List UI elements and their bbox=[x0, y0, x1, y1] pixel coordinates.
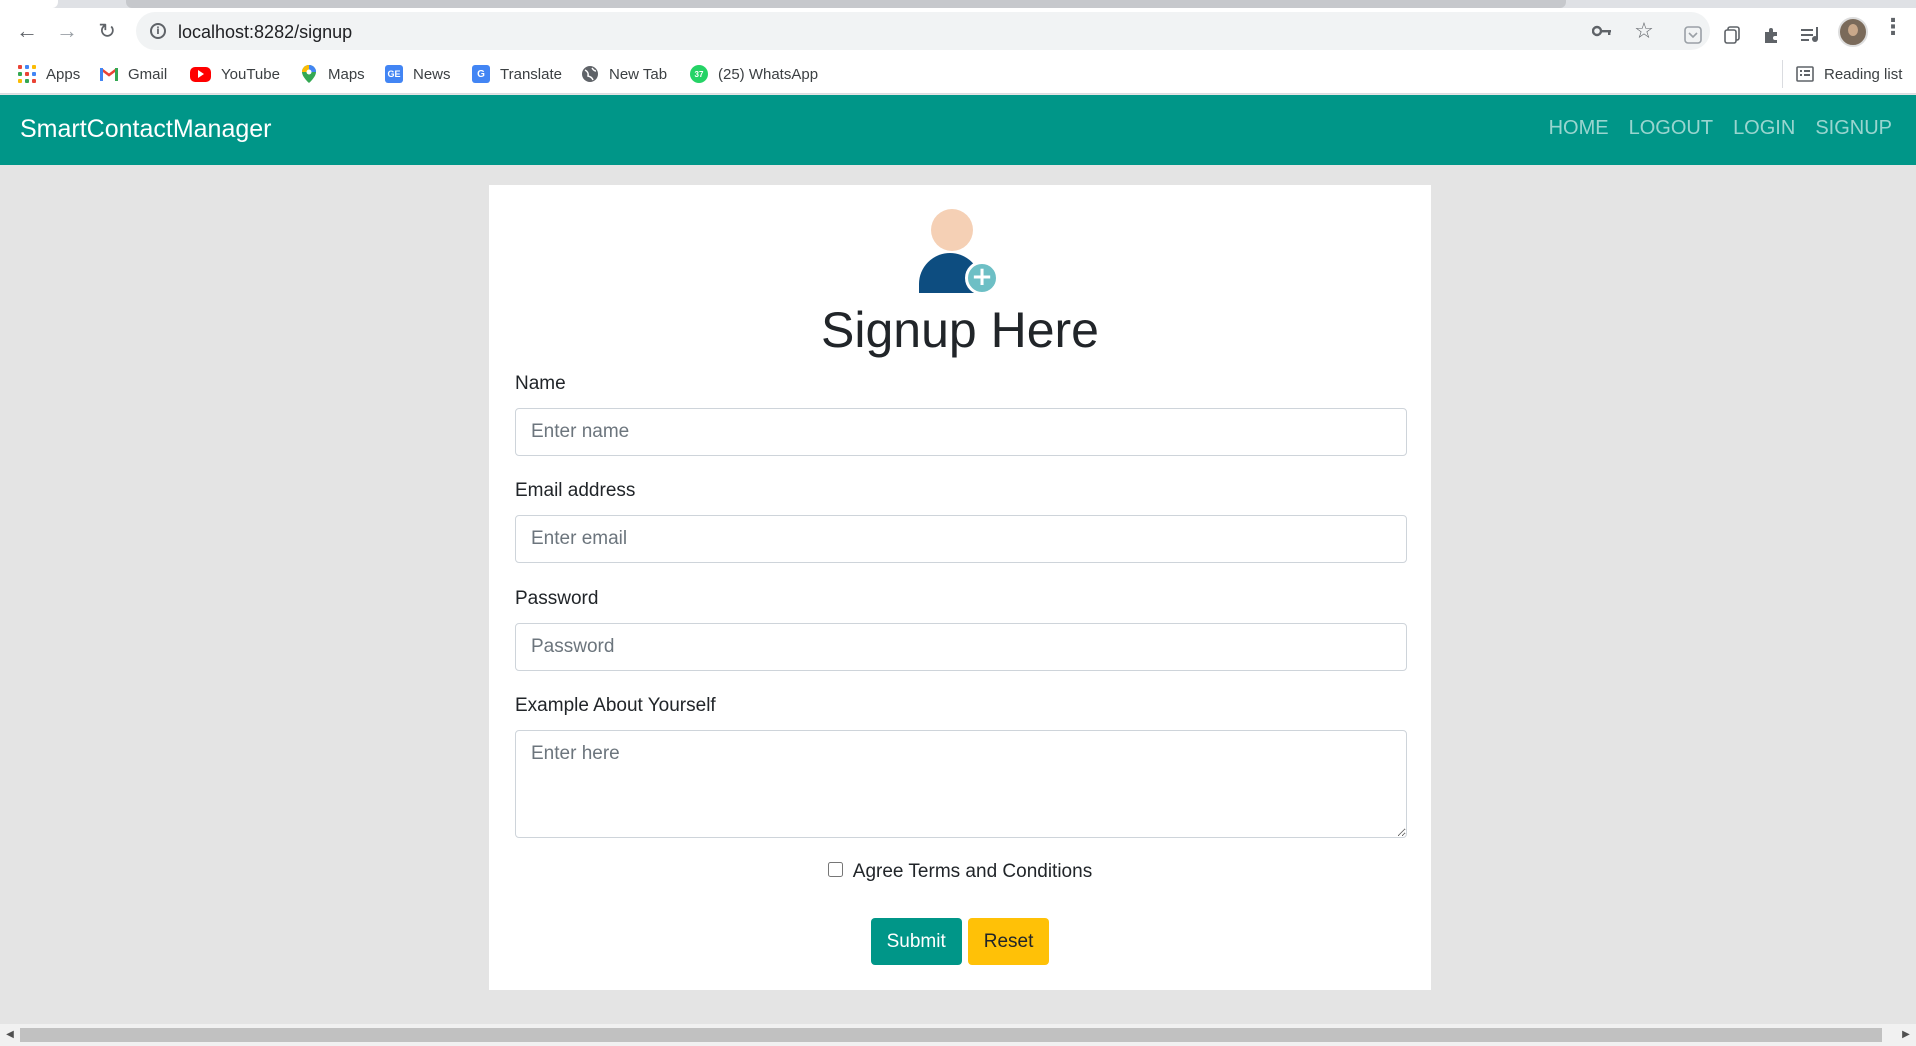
bookmark-youtube[interactable]: YouTube bbox=[190, 62, 280, 86]
bookmark-apps[interactable]: Apps bbox=[18, 62, 80, 86]
horizontal-scrollbar[interactable]: ◀ ▶ bbox=[0, 1024, 1916, 1046]
form-actions: Submit Reset bbox=[489, 918, 1431, 965]
url-text[interactable]: localhost:8282/signup bbox=[178, 22, 352, 43]
name-label: Name bbox=[515, 373, 566, 394]
browser-toolbar: ← → ↻ i localhost:8282/signup ☆ ⋮ bbox=[0, 8, 1916, 54]
reset-button[interactable]: Reset bbox=[967, 918, 1050, 965]
tab-strip bbox=[0, 0, 1916, 8]
terms-checkbox[interactable] bbox=[827, 861, 843, 877]
youtube-icon bbox=[190, 66, 211, 82]
pocket-extension-icon[interactable] bbox=[1680, 22, 1706, 48]
active-tab[interactable] bbox=[0, 0, 58, 8]
password-label: Password bbox=[515, 588, 599, 609]
bookmark-label: Apps bbox=[46, 65, 81, 83]
about-label: Example About Yourself bbox=[515, 695, 716, 716]
back-arrow-icon[interactable]: ← bbox=[12, 16, 42, 46]
media-queue-icon[interactable] bbox=[1798, 22, 1824, 48]
browser-menu-icon[interactable]: ⋮ bbox=[1882, 14, 1904, 44]
bookmark-new-tab[interactable]: New Tab bbox=[581, 62, 667, 86]
reading-list-icon bbox=[1796, 65, 1814, 83]
nav-link-signup[interactable]: SIGNUP bbox=[1815, 117, 1892, 140]
translate-icon: G bbox=[472, 65, 490, 83]
reading-list-button[interactable]: Reading list bbox=[1796, 62, 1902, 86]
name-input[interactable] bbox=[515, 408, 1407, 456]
star-bookmark-icon[interactable]: ☆ bbox=[1632, 18, 1656, 43]
key-icon[interactable] bbox=[1590, 19, 1614, 43]
bookmark-label: Gmail bbox=[128, 65, 168, 83]
address-bar[interactable]: i localhost:8282/signup ☆ bbox=[136, 12, 1710, 50]
add-user-icon: + bbox=[919, 209, 1009, 297]
scrollbar-thumb[interactable] bbox=[20, 1028, 1882, 1042]
app-navbar: SmartContactManager HOME LOGOUT LOGIN SI… bbox=[0, 95, 1916, 165]
scroll-left-icon[interactable]: ◀ bbox=[4, 1028, 16, 1042]
forward-arrow-icon[interactable]: → bbox=[52, 16, 82, 46]
email-input[interactable] bbox=[515, 515, 1407, 563]
profile-avatar[interactable] bbox=[1838, 17, 1868, 47]
gmail-icon bbox=[100, 65, 118, 83]
bookmark-maps[interactable]: Maps bbox=[300, 62, 365, 86]
nav-link-home[interactable]: HOME bbox=[1549, 117, 1609, 140]
signup-card: + Signup Here Name Email address Passwor… bbox=[489, 185, 1431, 990]
bookmarks-divider bbox=[1782, 60, 1783, 88]
news-icon: GE bbox=[385, 65, 403, 83]
copy-extension-icon[interactable] bbox=[1719, 22, 1745, 48]
bookmark-whatsapp[interactable]: 37 (25) WhatsApp bbox=[690, 62, 818, 86]
avatar-head bbox=[931, 209, 973, 251]
nav-link-logout[interactable]: LOGOUT bbox=[1629, 117, 1713, 140]
bookmarks-bar: Apps Gmail YouTube Maps GE News G Transl… bbox=[0, 54, 1916, 94]
apps-grid-icon bbox=[18, 65, 36, 83]
about-textarea[interactable] bbox=[515, 730, 1407, 838]
scroll-right-icon[interactable]: ▶ bbox=[1900, 1028, 1912, 1042]
nav-links: HOME LOGOUT LOGIN SIGNUP bbox=[1549, 117, 1892, 140]
email-label: Email address bbox=[515, 480, 636, 501]
bookmark-label: (25) WhatsApp bbox=[718, 65, 819, 83]
page-title: Signup Here bbox=[821, 302, 1099, 358]
bookmark-label: Translate bbox=[500, 65, 562, 83]
brand-logo[interactable]: SmartContactManager bbox=[20, 115, 272, 144]
site-info-icon[interactable]: i bbox=[150, 23, 166, 39]
bookmark-label: Maps bbox=[328, 65, 365, 83]
terms-row: Agree Terms and Conditions bbox=[489, 861, 1431, 883]
bookmark-news[interactable]: GE News bbox=[385, 62, 451, 86]
background-tab[interactable] bbox=[126, 0, 1566, 8]
bookmark-label: News bbox=[413, 65, 451, 83]
extensions-puzzle-icon[interactable] bbox=[1758, 22, 1784, 48]
reload-icon[interactable]: ↻ bbox=[92, 16, 122, 46]
submit-button[interactable]: Submit bbox=[870, 918, 962, 965]
bookmark-translate[interactable]: G Translate bbox=[472, 62, 562, 86]
whatsapp-icon: 37 bbox=[690, 65, 708, 83]
maps-icon bbox=[300, 65, 318, 83]
plus-icon: + bbox=[965, 261, 999, 295]
bookmark-label: New Tab bbox=[609, 65, 668, 83]
bookmark-label: YouTube bbox=[221, 65, 280, 83]
bookmark-gmail[interactable]: Gmail bbox=[100, 62, 167, 86]
reading-list-label: Reading list bbox=[1824, 65, 1903, 83]
password-input[interactable] bbox=[515, 623, 1407, 671]
nav-link-login[interactable]: LOGIN bbox=[1733, 117, 1795, 140]
globe-icon bbox=[581, 65, 599, 83]
terms-label[interactable]: Agree Terms and Conditions bbox=[853, 861, 1092, 883]
